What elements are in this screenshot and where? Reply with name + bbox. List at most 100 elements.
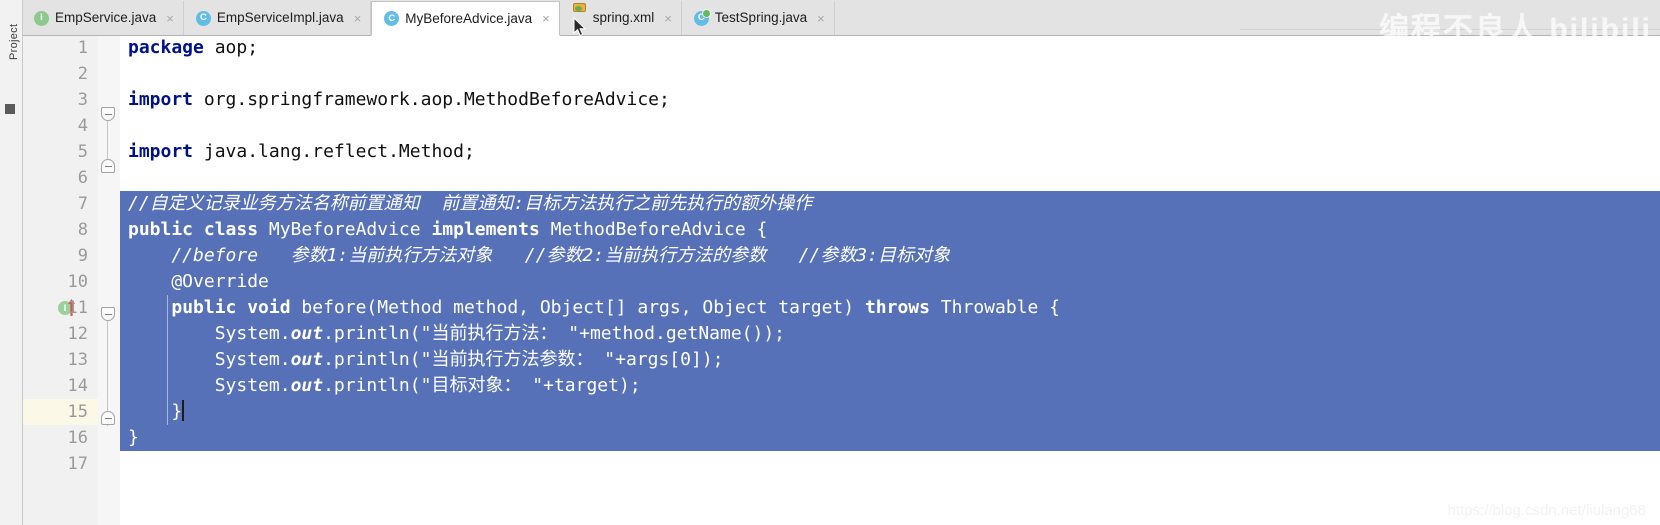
code-line[interactable]: //before 参数1:当前执行方法对象 //参数2:当前执行方法的参数 //… bbox=[120, 243, 1660, 269]
gutter-row[interactable]: 8 bbox=[22, 217, 98, 243]
code-token: aop; bbox=[203, 37, 259, 58]
close-icon[interactable]: × bbox=[354, 12, 362, 25]
line-number: 1 bbox=[77, 38, 88, 58]
gutter-row[interactable]: 14 bbox=[22, 373, 98, 399]
code-line[interactable] bbox=[120, 113, 1660, 139]
close-icon[interactable]: × bbox=[664, 12, 672, 25]
editor-tab-label: TestSpring.java bbox=[714, 10, 808, 26]
code-token: implements bbox=[431, 219, 540, 240]
tool-window-button-project[interactable]: Project bbox=[8, 4, 20, 60]
code-line[interactable]: //自定义记录业务方法名称前置通知 前置通知:目标方法执行之前先执行的额外操作 bbox=[120, 191, 1660, 217]
code-token: MethodBeforeAdvice { bbox=[539, 219, 768, 240]
gutter-row[interactable]: 13 bbox=[22, 347, 98, 373]
gutter-row[interactable]: 7 bbox=[22, 191, 98, 217]
code-token: } bbox=[128, 427, 139, 448]
code-line[interactable]: } bbox=[120, 425, 1660, 451]
code-token: .println("当前执行方法： "+method.getName()); bbox=[323, 323, 786, 344]
gutter-row[interactable]: 9 bbox=[22, 243, 98, 269]
code-token: MyBeforeAdvice bbox=[258, 219, 432, 240]
line-number: 17 bbox=[67, 454, 88, 474]
gutter-row[interactable]: 15 bbox=[22, 399, 98, 425]
code-token: @Override bbox=[128, 271, 269, 292]
code-text-area[interactable]: package aop; import org.springframework.a… bbox=[120, 35, 1660, 525]
ide-editor-window: Project I EmpService.java × C EmpServiceImpl… bbox=[0, 0, 1660, 525]
code-line[interactable]: import org.springframework.aop.MethodBef… bbox=[120, 87, 1660, 113]
code-token: //自定义记录业务方法名称前置通知 前置通知:目标方法执行之前先执行的额外操作 bbox=[128, 193, 813, 214]
code-line[interactable]: System.out.println("目标对象： "+target); bbox=[120, 373, 1660, 399]
gutter-row[interactable]: 16 bbox=[22, 425, 98, 451]
code-line[interactable]: public class MyBeforeAdvice implements M… bbox=[120, 217, 1660, 243]
code-token: import bbox=[128, 89, 194, 110]
fold-marker-method-end[interactable] bbox=[101, 411, 116, 426]
code-editor[interactable]: 1 2 3 4 5 6 7 8 9 10 I 11 12 13 14 15 16 17 package aop; i… bbox=[22, 35, 1660, 525]
line-number: 13 bbox=[67, 350, 88, 370]
editor-tab-label: EmpServiceImpl.java bbox=[216, 10, 344, 26]
code-token: .println("目标对象： "+target); bbox=[323, 375, 641, 396]
code-line[interactable]: } bbox=[120, 399, 1660, 425]
fold-marker-method-start[interactable] bbox=[101, 307, 116, 322]
code-line[interactable]: @Override bbox=[120, 269, 1660, 295]
line-number: 11 bbox=[67, 298, 88, 318]
code-token: System. bbox=[128, 349, 291, 370]
gutter-row[interactable]: 5 bbox=[22, 139, 98, 165]
code-token: public void bbox=[171, 297, 291, 318]
line-number: 6 bbox=[77, 168, 88, 188]
code-token: before(Method method, Object[] args, Obj… bbox=[290, 297, 865, 318]
close-icon[interactable]: × bbox=[542, 12, 550, 25]
line-number: 7 bbox=[77, 194, 88, 214]
code-line[interactable]: System.out.println("当前执行方法参数： "+args[0])… bbox=[120, 347, 1660, 373]
gutter-row[interactable]: 10 bbox=[22, 269, 98, 295]
line-number: 9 bbox=[77, 246, 88, 266]
code-line[interactable]: public void before(Method method, Object… bbox=[120, 295, 1660, 321]
gutter-row[interactable]: I 11 bbox=[22, 295, 98, 321]
line-number: 10 bbox=[67, 272, 88, 292]
code-token: package bbox=[128, 37, 204, 58]
gutter-row[interactable]: 17 bbox=[22, 451, 98, 477]
close-icon[interactable]: × bbox=[166, 12, 174, 25]
editor-tab-label: spring.xml bbox=[592, 10, 655, 26]
code-token: //before 参数1:当前执行方法对象 //参数2:当前执行方法的参数 //… bbox=[128, 245, 950, 266]
editor-tab-0[interactable]: I EmpService.java × bbox=[22, 1, 184, 35]
fold-marker-import-end[interactable] bbox=[101, 159, 116, 174]
gutter-row[interactable]: 3 bbox=[22, 87, 98, 113]
gutter-row[interactable]: 1 bbox=[22, 35, 98, 61]
java-class-icon: C bbox=[384, 11, 400, 26]
code-token: java.lang.reflect.Method; bbox=[193, 141, 475, 162]
code-line[interactable] bbox=[120, 451, 1660, 477]
code-token: public class bbox=[128, 219, 259, 240]
line-number: 15 bbox=[67, 402, 88, 422]
fold-marker-import-block[interactable] bbox=[101, 107, 116, 122]
line-number: 12 bbox=[67, 324, 88, 344]
tool-strip-marker bbox=[5, 104, 15, 114]
gutter-row[interactable]: 2 bbox=[22, 61, 98, 87]
code-token: out bbox=[290, 323, 324, 344]
close-icon[interactable]: × bbox=[817, 12, 825, 25]
code-token: } bbox=[128, 401, 183, 422]
code-token: org.springframework.aop.MethodBeforeAdvi… bbox=[193, 89, 670, 110]
code-folding-gutter[interactable] bbox=[98, 35, 121, 525]
left-tool-window-strip: Project bbox=[0, 0, 23, 525]
editor-tab-3[interactable]: spring.xml × bbox=[559, 1, 682, 35]
code-line[interactable] bbox=[120, 165, 1660, 191]
java-interface-icon: I bbox=[34, 10, 49, 26]
line-number-gutter[interactable]: 1 2 3 4 5 6 7 8 9 10 I 11 12 13 14 15 16 17 bbox=[22, 35, 99, 525]
editor-tab-1[interactable]: C EmpServiceImpl.java × bbox=[183, 1, 372, 35]
editor-tab-2[interactable]: C MyBeforeAdvice.java × bbox=[371, 1, 560, 36]
code-token: out bbox=[290, 349, 324, 370]
code-line[interactable] bbox=[120, 61, 1660, 87]
text-caret bbox=[182, 400, 185, 421]
code-line[interactable]: import java.lang.reflect.Method; bbox=[120, 139, 1660, 165]
gutter-row[interactable]: 6 bbox=[22, 165, 98, 191]
editor-tab-4[interactable]: C TestSpring.java × bbox=[681, 1, 835, 35]
watermark-bottom-url: https://blog.csdn.net/liulang68 bbox=[1447, 502, 1646, 519]
gutter-row[interactable]: 12 bbox=[22, 321, 98, 347]
code-token: Throwable { bbox=[929, 297, 1061, 318]
line-number: 3 bbox=[77, 90, 88, 110]
gutter-row[interactable]: 4 bbox=[22, 113, 98, 139]
code-line[interactable]: System.out.println("当前执行方法： "+method.get… bbox=[120, 321, 1660, 347]
code-token: throws bbox=[864, 297, 930, 318]
line-number: 2 bbox=[77, 64, 88, 84]
editor-tab-label: EmpService.java bbox=[55, 10, 157, 26]
editor-tab-label: MyBeforeAdvice.java bbox=[405, 10, 533, 26]
